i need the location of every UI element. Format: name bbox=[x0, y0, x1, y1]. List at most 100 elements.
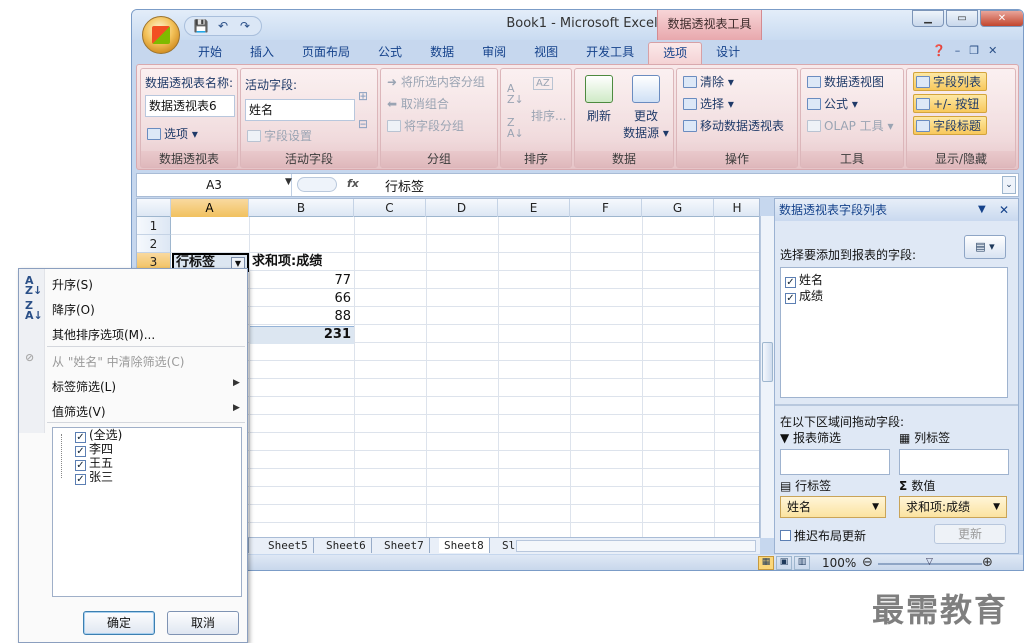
plus-minus-buttons-toggle[interactable]: +/- 按钮 bbox=[913, 94, 987, 113]
sort-descending-item[interactable]: 降序(O) bbox=[52, 301, 95, 318]
vertical-scrollbar[interactable] bbox=[760, 216, 774, 538]
zoom-out-icon[interactable]: ⊖ bbox=[862, 555, 873, 570]
maximize-button[interactable]: ▭ bbox=[946, 10, 978, 27]
pane-close-icon[interactable]: ✕ bbox=[999, 199, 1009, 221]
help-icon[interactable]: ❓ bbox=[932, 44, 946, 57]
page-layout-view-icon[interactable]: ▣ bbox=[776, 556, 792, 570]
field-headers-toggle[interactable]: 字段标题 bbox=[913, 116, 987, 135]
insert-function-icon[interactable]: fx bbox=[347, 177, 359, 190]
tab-data[interactable]: 数据 bbox=[416, 42, 468, 64]
doc-close-icon[interactable]: ✕ bbox=[988, 44, 997, 57]
filter-item[interactable]: ✓ 王五 bbox=[75, 457, 113, 471]
column-header-f[interactable]: F bbox=[570, 199, 642, 217]
select-all-corner[interactable] bbox=[137, 199, 171, 217]
zoom-slider-thumb[interactable]: ▽ bbox=[926, 557, 933, 567]
change-source-button[interactable]: 更改 数据源 ▾ bbox=[621, 75, 671, 141]
column-header-d[interactable]: D bbox=[426, 199, 498, 217]
column-header-g[interactable]: G bbox=[642, 199, 714, 217]
formulas-button[interactable]: 公式 ▾ bbox=[807, 95, 858, 112]
cell-b5[interactable]: 66 bbox=[307, 291, 351, 307]
minimize-button[interactable]: ▁ bbox=[912, 10, 944, 27]
field-settings-button[interactable]: 字段设置 bbox=[247, 127, 312, 144]
move-pivot-button[interactable]: 移动数据透视表 bbox=[683, 117, 784, 134]
column-header-c[interactable]: C bbox=[354, 199, 426, 217]
zoom-in-icon[interactable]: ⊕ bbox=[982, 555, 993, 570]
ok-button[interactable]: 确定 bbox=[83, 611, 155, 635]
filter-item-select-all[interactable]: ✓ (全选) bbox=[75, 429, 122, 443]
horizontal-scrollbar[interactable] bbox=[516, 540, 756, 552]
doc-minimize-icon[interactable]: – bbox=[955, 44, 961, 57]
column-header-h[interactable]: H bbox=[714, 199, 759, 217]
office-button[interactable] bbox=[142, 16, 180, 54]
tab-view[interactable]: 视图 bbox=[520, 42, 572, 64]
active-field-input[interactable]: 姓名 bbox=[245, 99, 355, 121]
group-selection-button[interactable]: ➜ 将所选内容分组 bbox=[387, 73, 485, 90]
label-filter-item[interactable]: 标签筛选(L) bbox=[52, 378, 116, 395]
value-filter-item[interactable]: 值筛选(V) bbox=[52, 403, 106, 420]
name-box-dropdown-icon[interactable]: ▼ bbox=[285, 177, 292, 187]
group-field-button[interactable]: 将字段分组 bbox=[387, 117, 464, 134]
column-header-b[interactable]: B bbox=[249, 199, 354, 217]
doc-restore-icon[interactable]: ❐ bbox=[969, 44, 979, 57]
redo-icon[interactable]: ↷ bbox=[237, 19, 253, 33]
tab-insert[interactable]: 插入 bbox=[236, 42, 288, 64]
refresh-button[interactable]: 刷新 bbox=[579, 75, 619, 124]
column-header-a[interactable]: A bbox=[171, 199, 249, 217]
field-item-score[interactable]: ✓ 成绩 bbox=[785, 287, 823, 304]
save-icon[interactable]: 💾 bbox=[193, 19, 209, 33]
scroll-thumb[interactable] bbox=[762, 342, 773, 382]
more-sort-options-item[interactable]: 其他排序选项(M)... bbox=[52, 326, 155, 343]
clear-button[interactable]: 清除 ▾ bbox=[683, 73, 734, 90]
ungroup-button[interactable]: ⬅ 取消组合 bbox=[387, 95, 449, 112]
sort-ascending-item[interactable]: 升序(S) bbox=[52, 276, 93, 293]
report-filter-area[interactable] bbox=[780, 449, 890, 475]
tab-review[interactable]: 审阅 bbox=[468, 42, 520, 64]
page-break-view-icon[interactable]: ▥ bbox=[794, 556, 810, 570]
column-header-e[interactable]: E bbox=[498, 199, 570, 217]
filter-item[interactable]: ✓ 李四 bbox=[75, 443, 113, 457]
normal-view-icon[interactable]: ▦ bbox=[758, 556, 774, 570]
zoom-level[interactable]: 100% bbox=[822, 556, 856, 570]
pane-menu-icon[interactable]: ▼ bbox=[978, 199, 986, 221]
undo-icon[interactable]: ↶ bbox=[215, 19, 231, 33]
pivot-chart-button[interactable]: 数据透视图 bbox=[807, 73, 884, 90]
field-item-name[interactable]: ✓ 姓名 bbox=[785, 271, 823, 288]
olap-tools-button[interactable]: OLAP 工具 ▾ bbox=[807, 117, 894, 134]
row-header[interactable]: 1 bbox=[137, 217, 171, 235]
sort-az-icon[interactable]: A Z↓ bbox=[507, 83, 524, 105]
tab-page-layout[interactable]: 页面布局 bbox=[288, 42, 364, 64]
expand-formula-bar-icon[interactable]: ⌄ bbox=[1002, 176, 1016, 194]
tab-home[interactable]: 开始 bbox=[184, 42, 236, 64]
filter-item[interactable]: ✓ 张三 bbox=[75, 471, 113, 485]
row-header[interactable]: 2 bbox=[137, 235, 171, 253]
pivot-name-input[interactable]: 数据透视表6 bbox=[145, 95, 235, 117]
sheet-tab-sheet5[interactable]: Sheet5 bbox=[263, 538, 314, 553]
tab-options[interactable]: 选项 bbox=[648, 42, 703, 64]
expand-field-icon[interactable]: ⊞ bbox=[358, 89, 368, 103]
column-labels-area[interactable] bbox=[899, 449, 1009, 475]
layout-options-button[interactable]: ▤ ▾ bbox=[964, 235, 1006, 259]
pane-splitter[interactable] bbox=[775, 404, 1018, 406]
defer-update-checkbox[interactable]: 推迟布局更新 bbox=[780, 527, 866, 544]
cell-b6[interactable]: 88 bbox=[307, 309, 351, 325]
sheet-tab-sheet8[interactable]: Sheet8 bbox=[439, 538, 490, 553]
cancel-button[interactable]: 取消 bbox=[167, 611, 239, 635]
sheet-tab-sheet6[interactable]: Sheet6 bbox=[321, 538, 372, 553]
formula-input[interactable]: 行标签 bbox=[385, 176, 424, 195]
options-button[interactable]: 选项 ▾ bbox=[147, 125, 198, 142]
sort-button[interactable]: 排序... bbox=[531, 107, 566, 124]
cell-b3[interactable]: 求和项:成绩 bbox=[252, 254, 322, 270]
cell-b4[interactable]: 77 bbox=[307, 273, 351, 289]
field-list-toggle[interactable]: 字段列表 bbox=[913, 72, 987, 91]
name-box[interactable]: A3 bbox=[137, 174, 292, 196]
update-button[interactable]: 更新 bbox=[934, 524, 1006, 544]
tab-formulas[interactable]: 公式 bbox=[364, 42, 416, 64]
row-field-dropdown[interactable]: 姓名 ▼ bbox=[780, 496, 886, 518]
close-button[interactable]: ✕ bbox=[980, 10, 1023, 27]
cell-b7-total[interactable]: 231 bbox=[250, 326, 354, 344]
tab-developer[interactable]: 开发工具 bbox=[572, 42, 648, 64]
select-button[interactable]: 选择 ▾ bbox=[683, 95, 734, 112]
collapse-field-icon[interactable]: ⊟ bbox=[358, 117, 368, 131]
value-field-dropdown[interactable]: 求和项:成绩 ▼ bbox=[899, 496, 1007, 518]
sheet-tab-sheet7[interactable]: Sheet7 bbox=[379, 538, 430, 553]
